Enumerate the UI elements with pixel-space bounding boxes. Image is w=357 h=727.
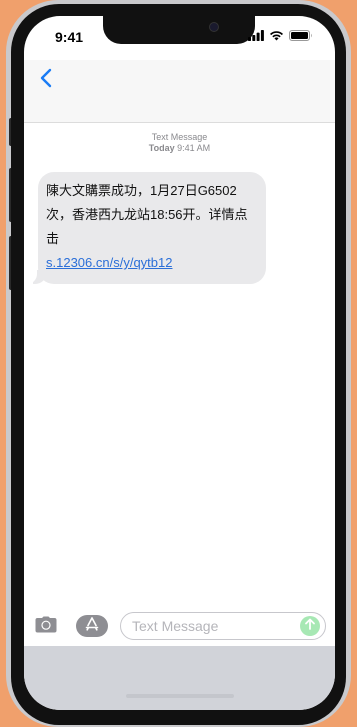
screen: 9:41 Text Message Today 9:41 AM 陳大文購票成功，… xyxy=(24,16,335,710)
front-camera xyxy=(209,22,219,32)
status-time: 9:41 xyxy=(55,29,84,45)
message-bubble-wrap: 陳大文購票成功，1月27日G6502次，香港西九龙站18:56开。详情点击 s.… xyxy=(27,172,266,284)
service-label: Text Message xyxy=(151,132,208,142)
camera-button[interactable] xyxy=(34,616,58,638)
status-bar: 9:41 xyxy=(24,16,335,60)
message-time: 9:41 AM xyxy=(177,143,211,153)
incoming-message-bubble[interactable]: 陳大文購票成功，1月27日G6502次，香港西九龙站18:56开。详情点击 s.… xyxy=(27,172,266,284)
conversation: Text Message Today 9:41 AM 陳大文購票成功，1月27日… xyxy=(24,122,335,284)
wifi-icon xyxy=(269,28,284,46)
notch xyxy=(103,16,255,44)
apps-button[interactable] xyxy=(76,615,108,637)
chevron-left-icon xyxy=(40,68,52,93)
message-meta: Text Message Today 9:41 AM xyxy=(24,132,335,154)
bubble-tail xyxy=(27,270,47,284)
cellular-signal-icon xyxy=(248,28,264,46)
message-link[interactable]: s.12306.cn/s/y/qytb12 xyxy=(46,255,172,270)
message-day: Today xyxy=(148,143,175,153)
message-input-bar xyxy=(24,610,335,646)
send-button[interactable] xyxy=(300,616,320,636)
camera-icon xyxy=(35,616,57,638)
status-icons xyxy=(248,28,313,46)
navigation-bar xyxy=(24,60,335,123)
message-input[interactable] xyxy=(120,612,326,640)
keyboard-area xyxy=(24,646,335,710)
message-text: 陳大文購票成功，1月27日G6502次，香港西九龙站18:56开。详情点击 xyxy=(46,183,248,246)
app-store-icon xyxy=(84,616,100,636)
arrow-up-icon xyxy=(304,617,316,635)
battery-icon xyxy=(289,28,313,46)
back-button[interactable] xyxy=(34,66,58,94)
home-indicator xyxy=(126,694,234,698)
